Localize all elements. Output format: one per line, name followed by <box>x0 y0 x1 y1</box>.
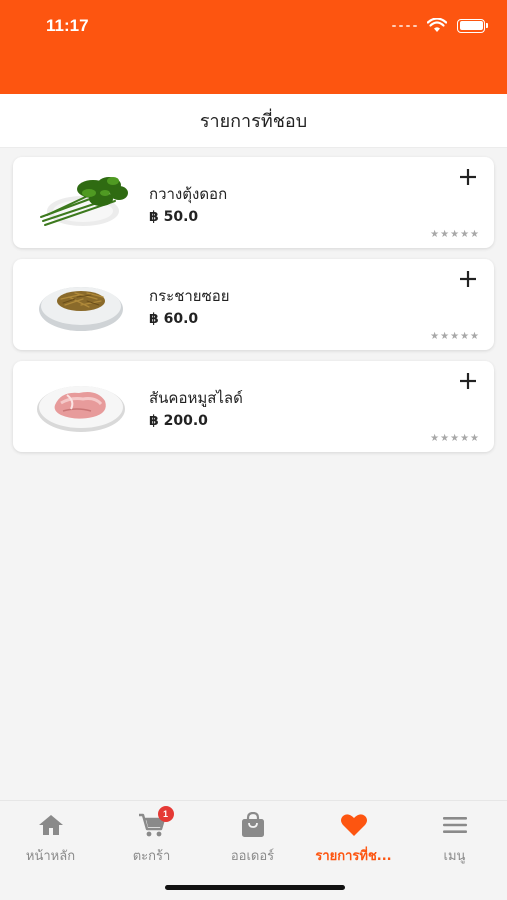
cart-icon: 1 <box>137 806 174 839</box>
status-icons <box>392 18 488 33</box>
add-to-cart-button[interactable] <box>456 267 480 291</box>
favorite-item[interactable]: กระชายซอย ฿ 60.0 ★★★★★ <box>13 259 494 350</box>
tab-label: รายการที่ช... <box>315 849 392 864</box>
tab-label: ตะกร้า <box>132 849 171 864</box>
menu-icon <box>440 811 470 839</box>
heart-icon <box>339 811 369 839</box>
plus-icon <box>460 373 476 389</box>
plus-icon <box>460 271 476 287</box>
page-header: รายการที่ชอบ <box>0 94 507 148</box>
add-to-cart-button[interactable] <box>456 369 480 393</box>
signal-icon <box>392 24 417 27</box>
cart-badge: 1 <box>157 806 174 822</box>
page-title: รายการที่ชอบ <box>199 111 308 132</box>
item-name: กระชายซอย <box>149 287 230 305</box>
add-to-cart-button[interactable] <box>456 165 480 189</box>
favorites-list: กวางตุ้งดอก ฿ 50.0 ★★★★★ กระชายซอย ฿ 60.… <box>13 157 494 463</box>
rating-stars: ★★★★★ <box>430 433 480 444</box>
battery-icon <box>457 18 488 33</box>
item-name: กวางตุ้งดอก <box>149 185 228 203</box>
rating-stars: ★★★★★ <box>430 331 480 342</box>
item-price: ฿ 50.0 <box>149 209 199 225</box>
home-indicator[interactable] <box>165 885 345 890</box>
sliced-pork-image <box>37 386 125 432</box>
status-bar: 11:17 <box>0 0 507 94</box>
rating-stars: ★★★★★ <box>430 229 480 240</box>
item-name: สันคอหมูสไลด์ <box>149 389 243 407</box>
tab-label: ออเดอร์ <box>230 849 275 864</box>
plus-icon <box>460 169 476 185</box>
tab-home[interactable]: หน้าหลัก <box>0 811 101 871</box>
home-icon <box>36 811 66 839</box>
item-price: ฿ 200.0 <box>149 413 208 429</box>
tab-favorites[interactable]: รายการที่ช... <box>303 811 404 871</box>
item-price: ฿ 60.0 <box>149 311 199 327</box>
shredded-root-image <box>39 287 123 331</box>
favorite-item[interactable]: กวางตุ้งดอก ฿ 50.0 ★★★★★ <box>13 157 494 248</box>
bag-icon <box>238 811 268 839</box>
favorite-item[interactable]: สันคอหมูสไลด์ ฿ 200.0 ★★★★★ <box>13 361 494 452</box>
tab-menu[interactable]: เมนู <box>404 811 505 871</box>
tab-label: หน้าหลัก <box>25 849 76 864</box>
tab-label: เมนู <box>443 849 466 864</box>
tab-orders[interactable]: ออเดอร์ <box>202 811 303 871</box>
wifi-icon <box>427 18 447 32</box>
status-time: 11:17 <box>46 16 89 35</box>
tab-cart[interactable]: 1 ตะกร้า <box>101 806 202 871</box>
green-vegetable-image <box>40 177 128 226</box>
